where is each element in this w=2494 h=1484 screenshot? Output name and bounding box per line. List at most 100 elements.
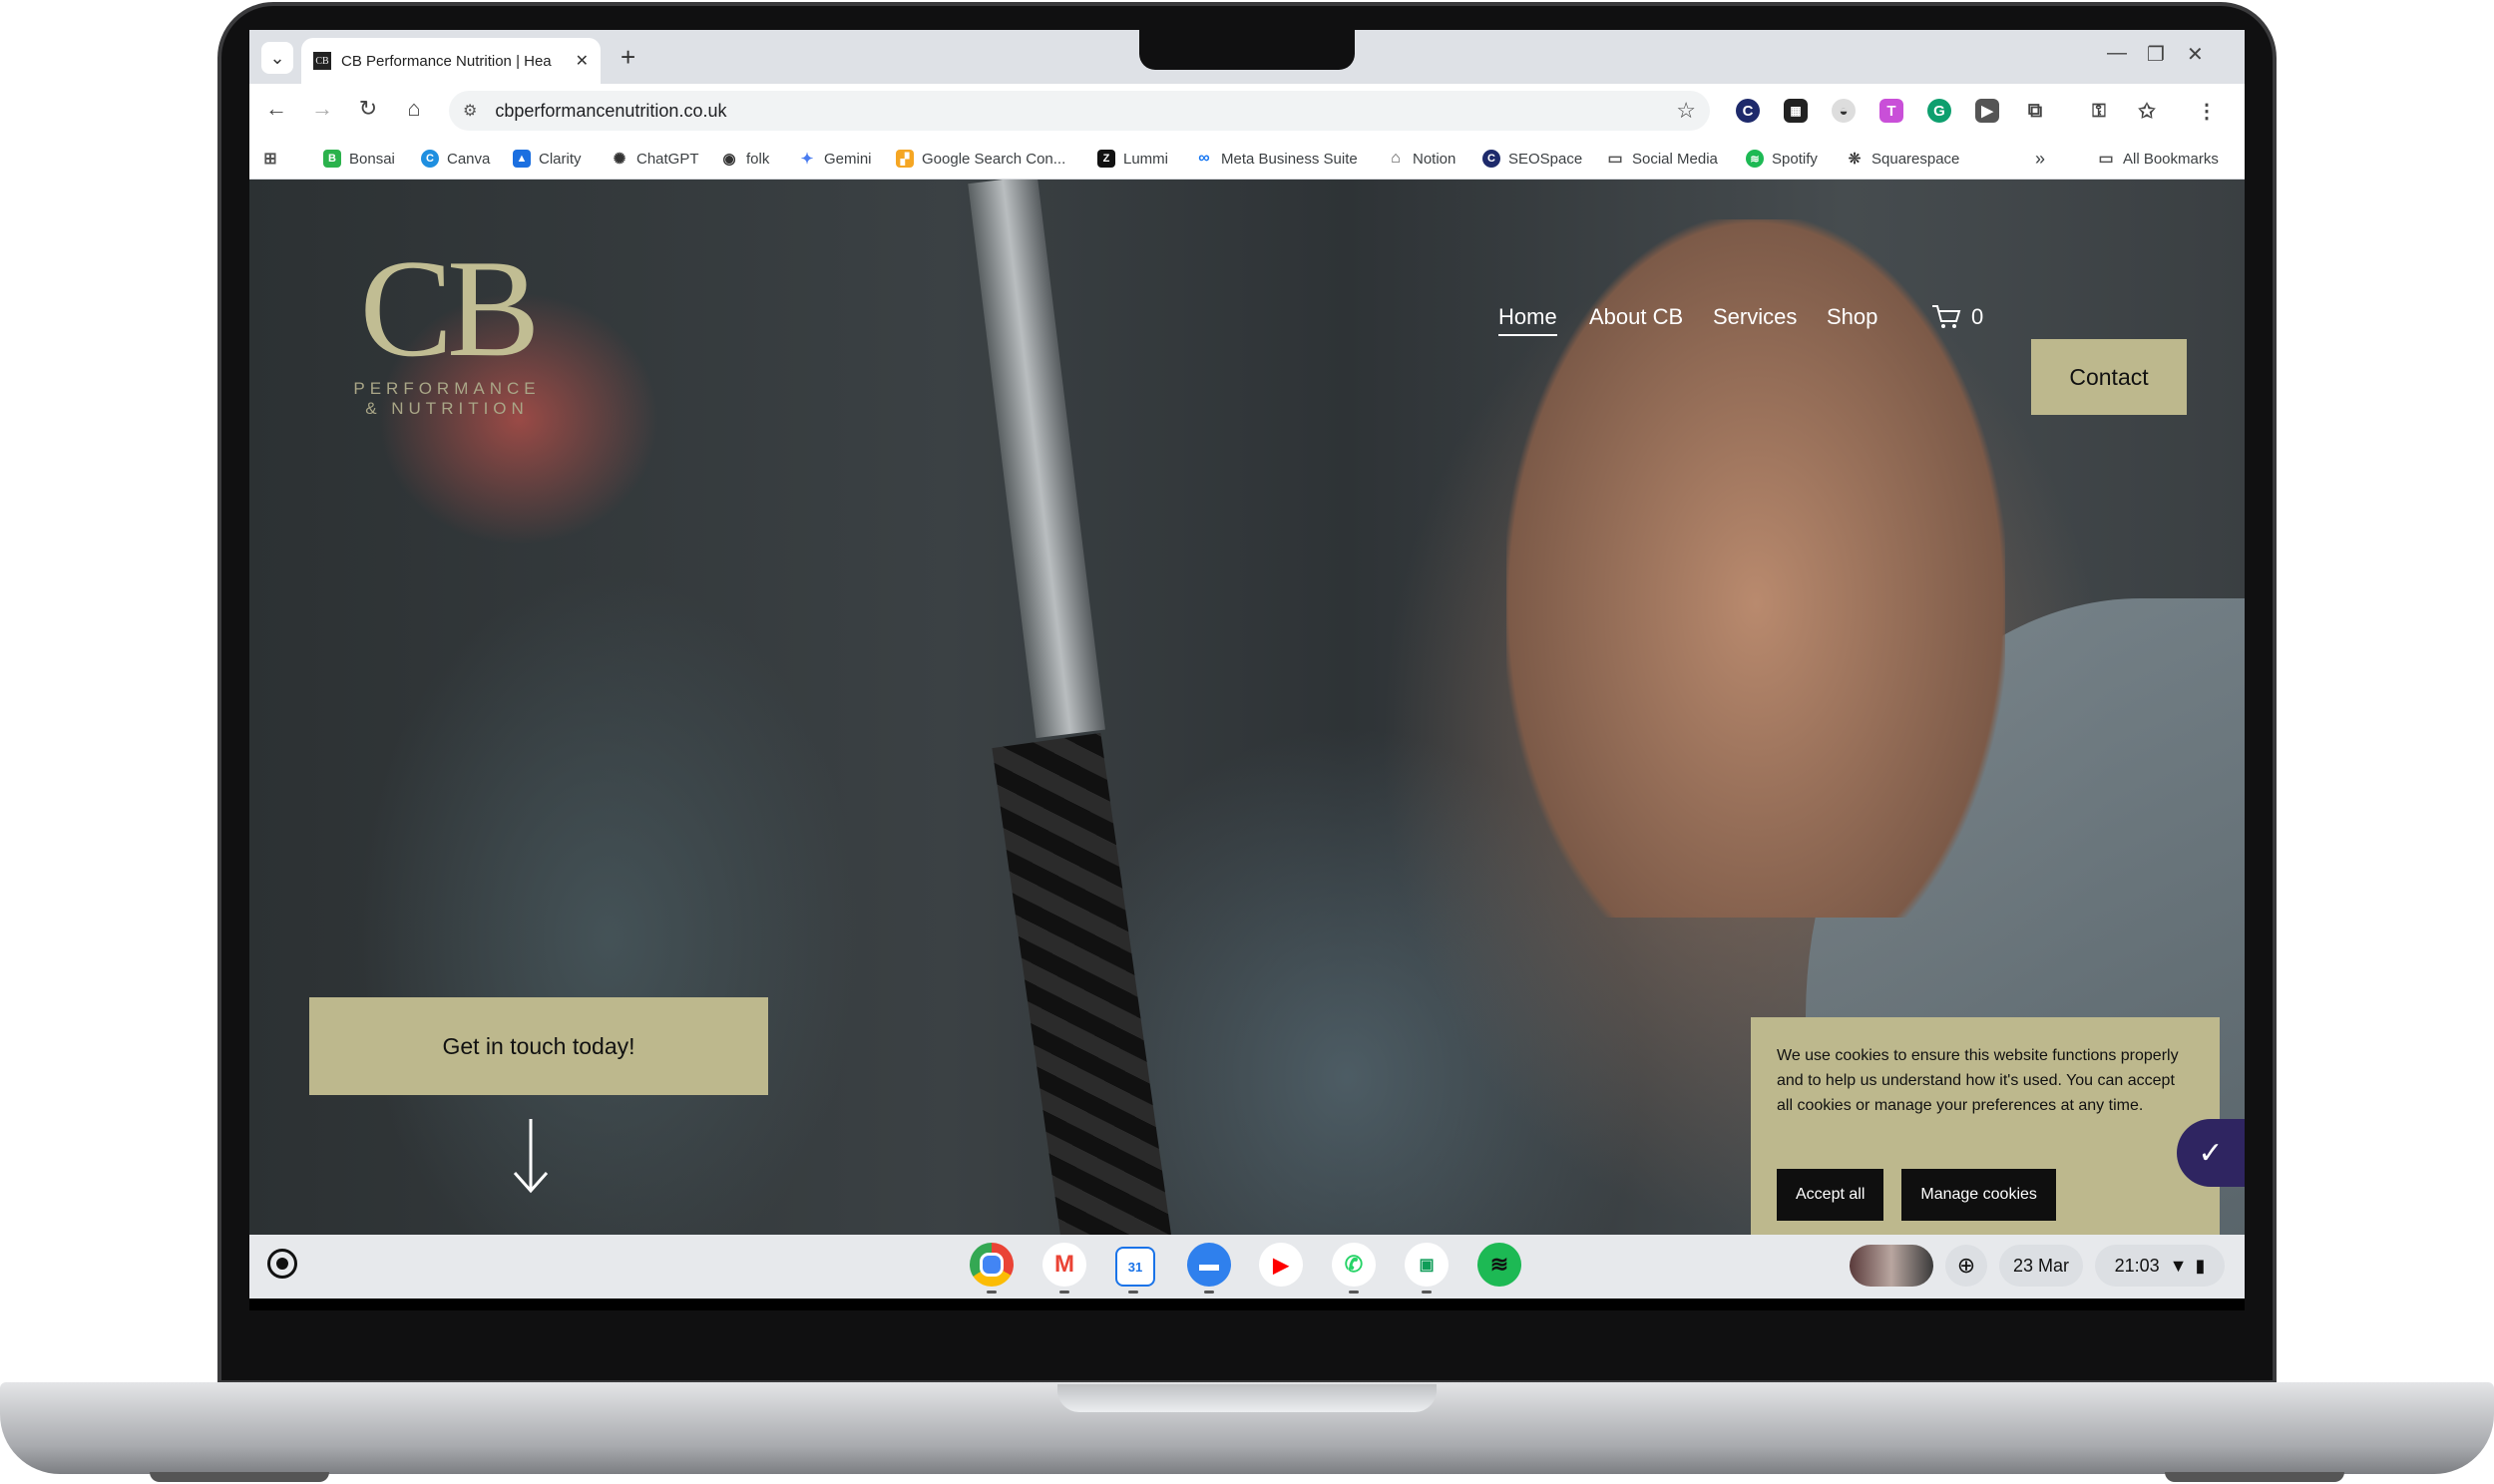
video-camera-icon[interactable]: ▶ bbox=[1975, 99, 1999, 123]
media-thumbnail[interactable] bbox=[1850, 1245, 1933, 1287]
running-indicator bbox=[1349, 1291, 1359, 1294]
extension-grid-icon[interactable]: ▦ bbox=[1784, 99, 1808, 123]
bookmark-folk[interactable]: ◉ folk bbox=[720, 148, 769, 170]
wifi-icon: ▼ bbox=[2169, 1255, 2188, 1276]
site-info-icon[interactable]: ⚙ bbox=[463, 101, 477, 121]
tab-search-chevron-icon[interactable]: ⌄ bbox=[261, 42, 293, 74]
bookmark-canva[interactable]: C Canva bbox=[421, 148, 490, 170]
battery-icon: ▮ bbox=[2195, 1255, 2206, 1276]
contact-button[interactable]: Contact bbox=[2031, 339, 2187, 415]
seospace-icon: C bbox=[1482, 150, 1500, 168]
canva-icon: C bbox=[421, 150, 439, 168]
bookmark-social-media[interactable]: ▭ Social Media bbox=[1606, 148, 1718, 170]
cookie-message: We use cookies to ensure this website fu… bbox=[1777, 1047, 2179, 1114]
bookmarks-overflow-icon[interactable]: » bbox=[2035, 148, 2045, 170]
bookmark-chatgpt[interactable]: ✺ ChatGPT bbox=[611, 148, 699, 170]
cart-count: 0 bbox=[1971, 304, 1984, 329]
home-icon[interactable]: ⌂ bbox=[399, 96, 429, 122]
calendar-icon[interactable]: 31 bbox=[1115, 1247, 1155, 1287]
date-pill[interactable]: 23 Mar bbox=[1999, 1245, 2083, 1287]
status-tray[interactable]: 21:03 ▼ ▮ bbox=[2095, 1245, 2225, 1287]
restore-icon[interactable]: ❐ bbox=[2147, 42, 2165, 67]
meta-icon: ∞ bbox=[1195, 150, 1213, 168]
hero-section: CB PERFORMANCE & NUTRITION Home About CB… bbox=[249, 180, 2245, 1235]
bonsai-icon: B bbox=[323, 150, 341, 168]
bookmark-squarespace[interactable]: ❊ Squarespace bbox=[1846, 148, 1959, 170]
apps-grid-icon[interactable]: ⊞ bbox=[261, 148, 287, 170]
favicon-icon: CB bbox=[313, 52, 331, 70]
running-indicator bbox=[1059, 1291, 1069, 1294]
minimize-icon[interactable]: — bbox=[2107, 42, 2127, 65]
nav-services[interactable]: Services bbox=[1713, 304, 1797, 330]
bookmark-bonsai[interactable]: B Bonsai bbox=[323, 148, 395, 170]
browser-toolbar: ← → ↻ ⌂ ⚙ cbperformancenutrition.co.uk ☆… bbox=[249, 84, 2245, 138]
bookmark-star-icon[interactable]: ☆ bbox=[1676, 98, 1696, 124]
laptop-foot bbox=[150, 1472, 329, 1482]
chrome-icon[interactable] bbox=[970, 1243, 1014, 1287]
window-close-icon[interactable]: ✕ bbox=[2187, 42, 2204, 67]
screen: ⌄ CB CB Performance Nutrition | Hea ✕ + … bbox=[249, 30, 2245, 1310]
get-in-touch-button[interactable]: Get in touch today! bbox=[309, 997, 768, 1095]
youtube-icon[interactable]: ▶ bbox=[1259, 1243, 1303, 1287]
bookmark-meta-business-suite[interactable]: ∞ Meta Business Suite bbox=[1195, 148, 1358, 170]
camera-notch bbox=[1139, 30, 1355, 70]
folder-icon: ▭ bbox=[2097, 150, 2115, 168]
all-bookmarks[interactable]: ▭ All Bookmarks bbox=[2097, 148, 2219, 170]
clarity-icon: ▲ bbox=[513, 150, 531, 168]
lummi-icon: Z bbox=[1097, 150, 1115, 168]
bookmark-lummi[interactable]: Z Lummi bbox=[1097, 148, 1168, 170]
sheets-icon[interactable]: ▣ bbox=[1405, 1243, 1449, 1287]
bookmark-notion[interactable]: ⌂ Notion bbox=[1387, 148, 1455, 170]
menu-kebab-icon[interactable]: ⋮ bbox=[2195, 99, 2219, 123]
bookmark-google-search-console[interactable]: ▞ Google Search Con... bbox=[896, 148, 1065, 170]
site-logo[interactable]: CB PERFORMANCE & NUTRITION bbox=[337, 239, 557, 419]
forward-arrow-icon[interactable]: → bbox=[307, 96, 337, 122]
bookmark-spotify[interactable]: ≋ Spotify bbox=[1746, 148, 1818, 170]
launcher-icon[interactable] bbox=[267, 1249, 297, 1279]
bookmark-seospace[interactable]: C SEOSpace bbox=[1482, 148, 1582, 170]
grammarly-icon[interactable]: G bbox=[1927, 99, 1951, 123]
gmail-icon[interactable]: M bbox=[1042, 1243, 1086, 1287]
gemini-icon: ✦ bbox=[798, 150, 816, 168]
extension-c-icon[interactable]: C bbox=[1736, 99, 1760, 123]
new-tab-plus-icon[interactable]: + bbox=[621, 42, 635, 73]
cart-link[interactable]: 0 bbox=[1931, 304, 1983, 330]
nav-shop[interactable]: Shop bbox=[1827, 304, 1877, 330]
url-text[interactable]: cbperformancenutrition.co.uk bbox=[495, 101, 726, 122]
bookmark-clarity[interactable]: ▲ Clarity bbox=[513, 148, 582, 170]
laptop-foot bbox=[2165, 1472, 2344, 1482]
extension-circle-icon[interactable]: ◒ bbox=[1832, 99, 1856, 123]
extension-t-icon[interactable]: T bbox=[1879, 99, 1903, 123]
accept-all-button[interactable]: Accept all bbox=[1777, 1169, 1884, 1221]
os-shelf: M 31 ▬ ▶ ✆ ▣ ≋ ⊕ 23 Mar 21:03 ▼ ▮ bbox=[249, 1235, 2245, 1298]
reload-icon[interactable]: ↻ bbox=[353, 96, 383, 122]
bookmark-gemini[interactable]: ✦ Gemini bbox=[798, 148, 872, 170]
floating-widget-icon[interactable]: ✓ bbox=[2177, 1119, 2245, 1187]
back-arrow-icon[interactable]: ← bbox=[261, 96, 291, 122]
password-key-icon[interactable]: ⚿ bbox=[2087, 99, 2111, 123]
nav-about-cb[interactable]: About CB bbox=[1589, 304, 1683, 330]
running-indicator bbox=[987, 1291, 997, 1294]
manage-cookies-button[interactable]: Manage cookies bbox=[1901, 1169, 2056, 1221]
folk-icon: ◉ bbox=[720, 150, 738, 168]
spotify-icon: ≋ bbox=[1746, 150, 1764, 168]
running-indicator bbox=[1128, 1291, 1138, 1294]
rope-attachment-image bbox=[992, 732, 1173, 1235]
reading-list-star-icon[interactable]: ✩ bbox=[2135, 99, 2159, 123]
arrow-down-icon[interactable] bbox=[511, 1117, 551, 1197]
close-icon[interactable]: ✕ bbox=[576, 51, 589, 71]
address-bar[interactable]: ⚙ cbperformancenutrition.co.uk ☆ bbox=[449, 91, 1710, 131]
files-folder-icon[interactable]: ▬ bbox=[1187, 1243, 1231, 1287]
nav-home[interactable]: Home bbox=[1498, 304, 1557, 336]
tab-title: CB Performance Nutrition | Hea bbox=[341, 52, 552, 70]
clock: 21:03 bbox=[2114, 1255, 2160, 1276]
whatsapp-icon[interactable]: ✆ bbox=[1332, 1243, 1376, 1287]
extensions-puzzle-icon[interactable]: ⧉ bbox=[2023, 99, 2047, 123]
add-plus-icon[interactable]: ⊕ bbox=[1945, 1245, 1987, 1287]
cart-icon bbox=[1932, 305, 1961, 328]
squarespace-icon: ❊ bbox=[1846, 150, 1864, 168]
laptop-groove bbox=[1057, 1384, 1437, 1412]
spotify-icon[interactable]: ≋ bbox=[1477, 1243, 1521, 1287]
tab-cb-performance[interactable]: CB CB Performance Nutrition | Hea ✕ bbox=[301, 38, 601, 84]
chatgpt-icon: ✺ bbox=[611, 150, 628, 168]
